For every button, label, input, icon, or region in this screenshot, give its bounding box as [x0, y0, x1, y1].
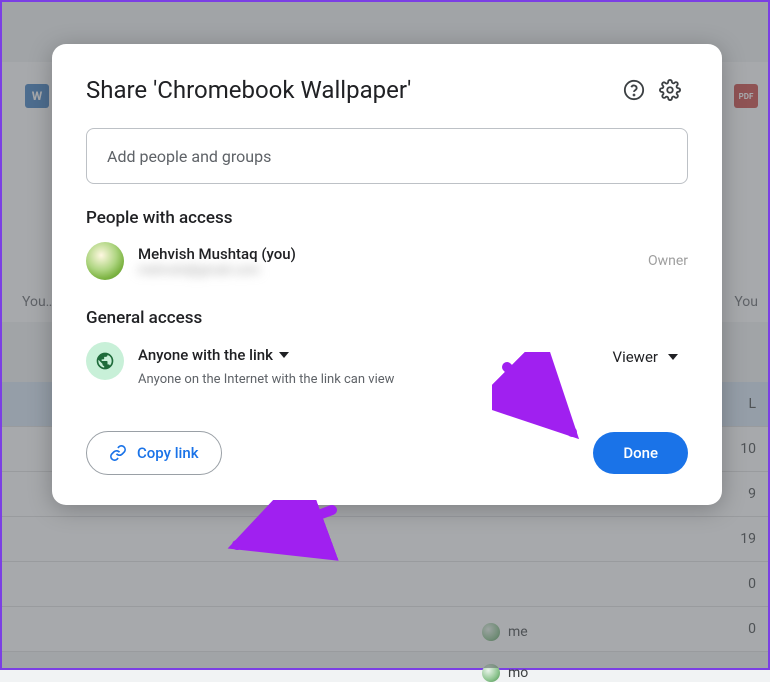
done-button[interactable]: Done: [593, 432, 688, 474]
person-row: Mehvish Mushtaq (you) mehvish@gmail.com …: [86, 242, 688, 280]
copy-link-label: Copy link: [137, 444, 199, 462]
help-button[interactable]: [616, 72, 652, 108]
add-people-input[interactable]: [86, 128, 688, 184]
general-access-row: Anyone with the link Anyone on the Inter…: [86, 342, 688, 387]
help-icon: [623, 79, 645, 101]
access-type-dropdown[interactable]: Anyone with the link: [138, 342, 589, 368]
gear-icon: [659, 79, 681, 101]
access-type-label: Anyone with the link: [138, 346, 273, 364]
person-name: Mehvish Mushtaq (you): [138, 245, 634, 263]
dialog-header: Share 'Chromebook Wallpaper': [86, 72, 688, 108]
avatar-icon: [86, 242, 124, 280]
share-dialog: Share 'Chromebook Wallpaper' People with…: [52, 44, 722, 505]
people-section-title: People with access: [86, 208, 688, 228]
dialog-title: Share 'Chromebook Wallpaper': [86, 76, 616, 104]
dialog-footer: Copy link Done: [86, 431, 688, 475]
role-label: Viewer: [613, 348, 658, 366]
access-description: Anyone on the Internet with the link can…: [138, 372, 589, 387]
chevron-down-icon: [279, 352, 289, 358]
copy-link-button[interactable]: Copy link: [86, 431, 222, 475]
chevron-down-icon: [668, 354, 678, 360]
link-icon: [109, 444, 127, 462]
globe-icon-container: [86, 342, 124, 380]
settings-button[interactable]: [652, 72, 688, 108]
globe-icon: [95, 351, 115, 371]
general-access-title: General access: [86, 308, 688, 328]
owner-role-label: Owner: [648, 253, 688, 269]
role-dropdown[interactable]: Viewer: [603, 342, 688, 372]
person-email: mehvish@gmail.com: [138, 263, 634, 278]
